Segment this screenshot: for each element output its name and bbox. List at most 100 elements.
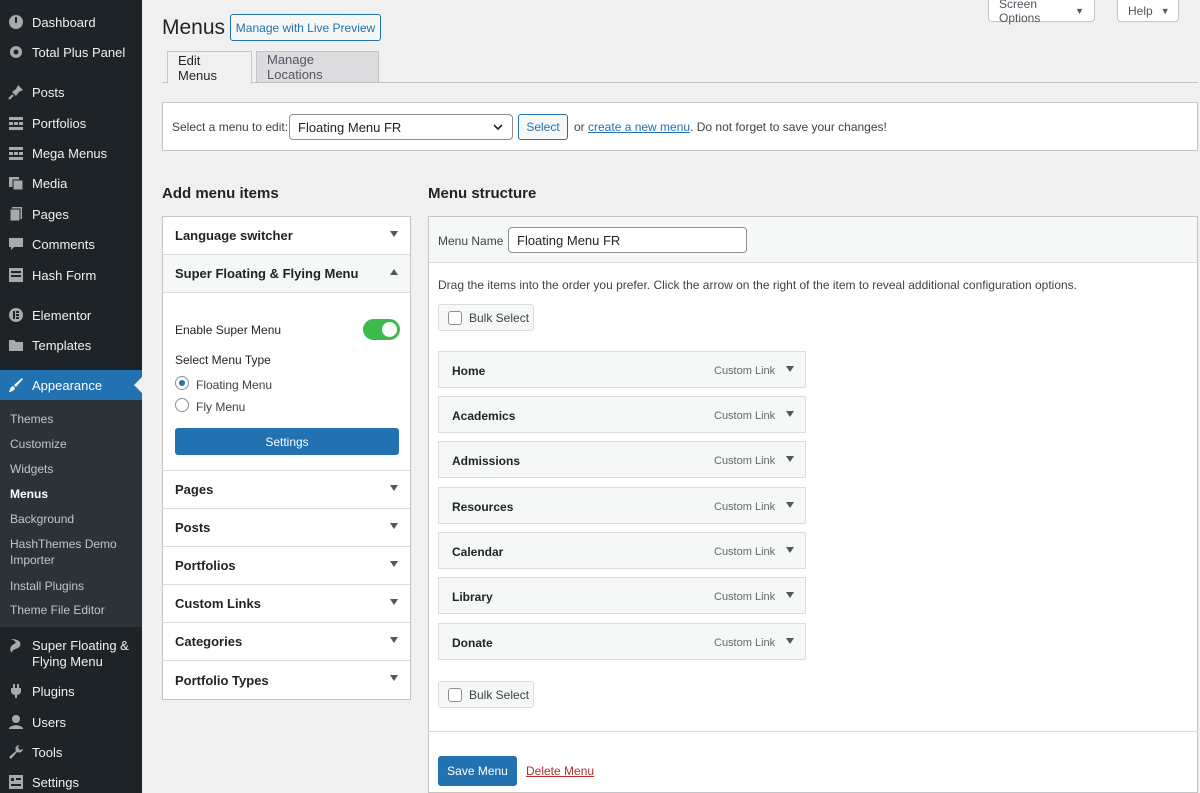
submenu-item-menus[interactable]: Menus — [10, 486, 135, 502]
sidebar-item-users[interactable]: Users — [0, 707, 142, 737]
select-button[interactable]: Select — [518, 114, 568, 140]
triangle-down-icon[interactable] — [786, 502, 794, 508]
menu-name-bar: Menu Name Floating Menu FR — [429, 217, 1197, 263]
bulk-select-top[interactable]: Bulk Select — [438, 304, 534, 331]
panel-super-floating-menu[interactable]: Super Floating & Flying Menu — [163, 255, 410, 293]
submenu-item-demo-importer[interactable]: HashThemes Demo Importer — [10, 536, 135, 568]
panel-title: Language switcher — [175, 228, 293, 243]
sidebar-item-portfolios[interactable]: Portfolios — [0, 108, 142, 138]
select-menu-label: Select a menu to edit: — [172, 120, 289, 134]
panel-language-switcher[interactable]: Language switcher — [163, 217, 410, 255]
settings-icon — [8, 774, 24, 790]
submenu-item-customize[interactable]: Customize — [10, 436, 135, 452]
help-button[interactable]: Help ▼ — [1117, 0, 1179, 22]
submenu-item-install-plugins[interactable]: Install Plugins — [10, 578, 135, 594]
menu-item-name: Admissions — [452, 454, 521, 468]
footer-divider — [429, 731, 1197, 732]
submenu-item-widgets[interactable]: Widgets — [10, 461, 135, 477]
sidebar-item-pages[interactable]: Pages — [0, 199, 142, 229]
sidebar-item-tools[interactable]: Tools — [0, 737, 142, 767]
plug-icon — [8, 683, 24, 699]
help-label: Help — [1128, 3, 1153, 18]
page-icon — [8, 206, 24, 222]
menu-item-academics[interactable]: Academics Custom Link — [438, 396, 806, 433]
checkbox[interactable] — [448, 687, 462, 702]
sidebar-item-media[interactable]: Media — [0, 168, 142, 198]
or-text: or — [574, 120, 585, 134]
triangle-down-icon[interactable] — [786, 366, 794, 372]
sidebar-item-templates[interactable]: Templates — [0, 330, 142, 360]
sidebar-item-plugins[interactable]: Plugins — [0, 676, 142, 706]
sidebar-item-label: Plugins — [32, 683, 75, 699]
menu-item-name: Academics — [452, 409, 516, 423]
radio-floating-menu[interactable] — [175, 376, 189, 390]
menu-item-donate[interactable]: Donate Custom Link — [438, 623, 806, 660]
sidebar-item-total-plus-panel[interactable]: Total Plus Panel — [0, 37, 142, 67]
sidebar-item-label: Posts — [32, 84, 65, 100]
triangle-down-icon[interactable] — [786, 592, 794, 598]
sidebar-item-hash-form[interactable]: Hash Form — [0, 260, 142, 290]
menu-select-dropdown[interactable]: Floating Menu FR — [289, 114, 513, 140]
delete-menu-link[interactable]: Delete Menu — [526, 764, 594, 778]
sidebar-item-settings[interactable]: Settings — [0, 767, 142, 793]
menu-structure-title: Menu structure — [428, 185, 537, 202]
elementor-icon — [8, 307, 24, 323]
menu-item-home[interactable]: Home Custom Link — [438, 351, 806, 388]
folder-icon — [8, 337, 24, 353]
save-menu-button[interactable]: Save Menu — [438, 756, 517, 786]
panel-categories[interactable]: Categories — [163, 623, 410, 661]
enable-super-menu-label: Enable Super Menu — [175, 323, 282, 337]
panel-title: Pages — [175, 482, 214, 497]
tab-edit-menus[interactable]: Edit Menus — [167, 51, 252, 84]
tab-manage-locations[interactable]: Manage Locations — [256, 51, 379, 83]
create-new-menu-link[interactable]: create a new menu — [588, 120, 690, 134]
triangle-down-icon[interactable] — [786, 411, 794, 417]
submenu-item-theme-file-editor[interactable]: Theme File Editor — [10, 602, 135, 618]
super-menu-panel-body: Enable Super Menu Select Menu Type Float… — [163, 294, 410, 471]
triangle-up-icon — [390, 269, 398, 275]
sidebar-item-comments[interactable]: Comments — [0, 229, 142, 259]
triangle-down-icon — [390, 231, 398, 237]
triangle-down-icon — [390, 637, 398, 643]
sidebar-item-elementor[interactable]: Elementor — [0, 300, 142, 330]
panel-portfolio-types[interactable]: Portfolio Types — [163, 661, 410, 699]
menu-item-library[interactable]: Library Custom Link — [438, 577, 806, 614]
panel-posts[interactable]: Posts — [163, 509, 410, 547]
live-preview-button[interactable]: Manage with Live Preview — [230, 14, 381, 41]
menu-type-label: Select Menu Type — [175, 353, 271, 367]
bulk-select-bottom[interactable]: Bulk Select — [438, 681, 534, 708]
form-icon — [8, 267, 24, 283]
sidebar-item-label: Hash Form — [32, 267, 97, 283]
sidebar-item-label: Pages — [32, 206, 69, 222]
triangle-down-icon[interactable] — [786, 547, 794, 553]
menu-item-admissions[interactable]: Admissions Custom Link — [438, 441, 806, 478]
panel-portfolios[interactable]: Portfolios — [163, 547, 410, 585]
submenu-item-background[interactable]: Background — [10, 511, 135, 527]
menu-name-input[interactable]: Floating Menu FR — [508, 227, 747, 253]
triangle-down-icon — [390, 561, 398, 567]
panel-pages[interactable]: Pages — [163, 471, 410, 509]
sidebar-item-mega-menus[interactable]: Mega Menus — [0, 138, 142, 168]
comment-icon — [8, 236, 24, 252]
screen-options-button[interactable]: Screen Options ▼ — [988, 0, 1095, 25]
menu-item-resources[interactable]: Resources Custom Link — [438, 487, 806, 524]
menu-item-type: Custom Link — [714, 365, 776, 377]
triangle-down-icon[interactable] — [786, 456, 794, 462]
sidebar-item-dashboard[interactable]: Dashboard — [0, 7, 142, 37]
menu-item-calendar[interactable]: Calendar Custom Link — [438, 532, 806, 569]
settings-button[interactable]: Settings — [175, 428, 399, 455]
menu-item-name: Home — [452, 364, 486, 378]
page-title: Menus — [162, 16, 226, 39]
menu-item-type: Custom Link — [714, 546, 776, 558]
checkbox[interactable] — [448, 310, 462, 325]
sidebar-item-posts[interactable]: Posts — [0, 77, 142, 107]
tab-divider — [162, 82, 1198, 83]
radio-fly-menu[interactable] — [175, 398, 189, 412]
sidebar-item-appearance[interactable]: Appearance — [0, 370, 142, 400]
panel-custom-links[interactable]: Custom Links — [163, 585, 410, 623]
sidebar-item-super-floating-menu[interactable]: Super Floating & Flying Menu — [0, 636, 142, 672]
grid-icon — [8, 145, 24, 161]
enable-super-menu-toggle[interactable] — [363, 319, 400, 340]
submenu-item-themes[interactable]: Themes — [10, 411, 135, 427]
triangle-down-icon[interactable] — [786, 638, 794, 644]
